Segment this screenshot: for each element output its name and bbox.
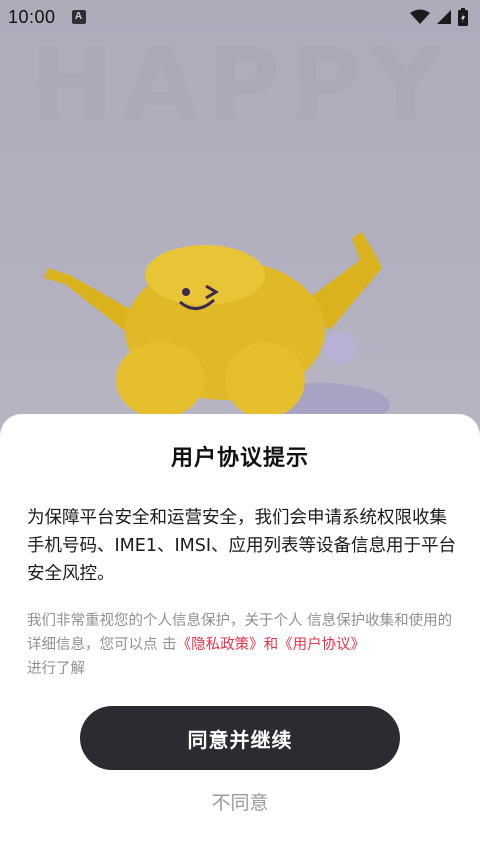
status-icons — [410, 8, 468, 26]
wifi-icon — [410, 9, 430, 24]
dialog-note: 我们非常重视您的个人信息保护，关于个人 信息保护收集和使用的详细信息，您可以点 … — [27, 609, 455, 681]
battery-icon — [458, 8, 468, 26]
dialog-body-text: 为保障平台安全和运营安全，我们会申请系统权限收集手机号码、IME1、IMSI、应… — [27, 508, 456, 584]
privacy-policy-link[interactable]: 《隐私政策》 — [177, 637, 264, 653]
a-box-icon: A — [71, 10, 86, 24]
status-bar: 10:00 A — [0, 0, 480, 34]
agree-continue-button[interactable]: 同意并继续 — [80, 706, 400, 770]
disagree-button[interactable]: 不同意 — [140, 786, 340, 820]
user-agreement-link[interactable]: 《用户协议》 — [278, 637, 365, 653]
watermark-text: HAPPY — [29, 26, 451, 143]
signal-icon — [437, 10, 451, 24]
mascot-illustration — [44, 232, 390, 420]
note-suffix: 进行了解 — [27, 661, 85, 677]
status-time: 10:00 — [8, 6, 56, 27]
note-connector: 和 — [263, 637, 279, 653]
dialog-title: 用户协议提示 — [170, 446, 309, 471]
